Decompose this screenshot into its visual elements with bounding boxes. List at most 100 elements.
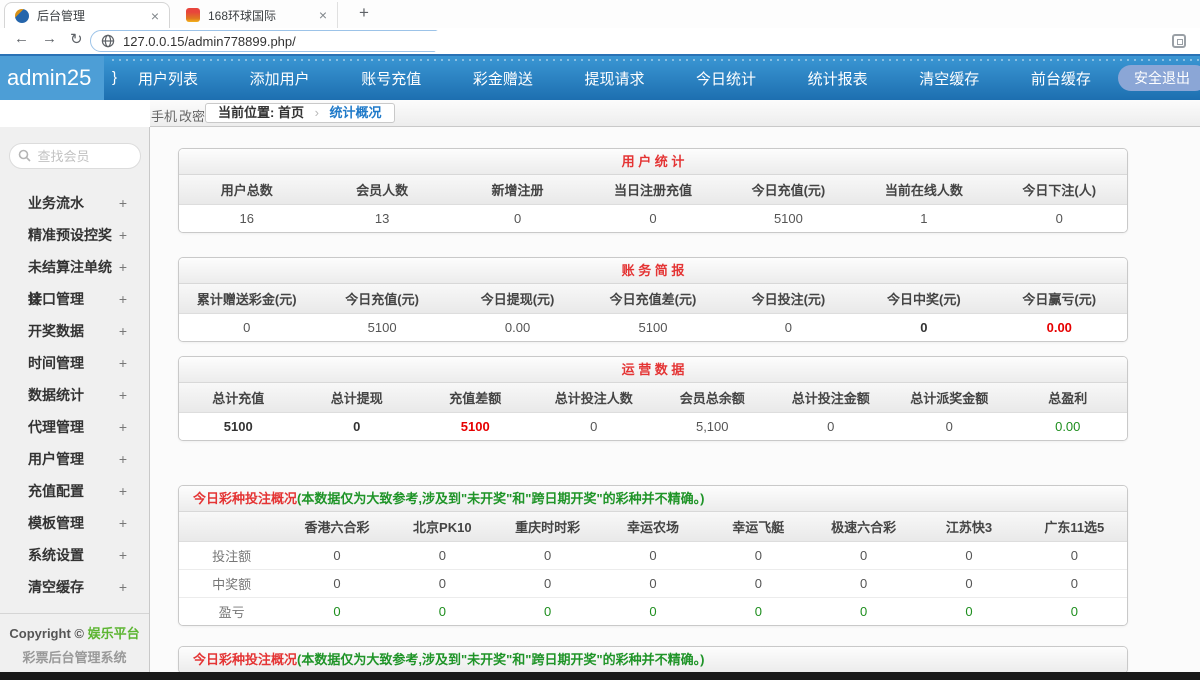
column-header: 总计提现	[298, 383, 417, 412]
column-header: 用户总数	[179, 175, 314, 204]
panel-title: 账 务 简 报	[179, 258, 1127, 284]
column-header: 会员人数	[314, 175, 449, 204]
sidebar-item[interactable]: 未结算注单统计 +	[0, 251, 149, 283]
nav-item[interactable]: 统计报表	[808, 68, 868, 89]
lottery-value: 0	[600, 569, 705, 597]
stat-value: 0	[450, 204, 585, 232]
lottery-value: 0	[916, 569, 1021, 597]
new-tab-button[interactable]: +	[352, 3, 376, 23]
lottery-value: 0	[390, 597, 495, 625]
sidebar-item[interactable]: 用户管理 +	[0, 443, 149, 475]
user-stats-table: 用户总数会员人数新增注册当日注册充值今日充值(元)当前在线人数今日下注(人) 1…	[179, 175, 1127, 232]
column-header: 总计充值	[179, 383, 298, 412]
globe-icon	[101, 34, 115, 48]
nav-item[interactable]: 添加用户	[250, 68, 310, 89]
site-favicon-icon	[186, 8, 200, 22]
tab-close-icon[interactable]: ×	[147, 8, 163, 24]
stat-value: 5100	[721, 204, 856, 232]
nav-brace-text: }	[112, 56, 117, 100]
sidebar-item[interactable]: 业务流水 +	[0, 187, 149, 219]
nav-item[interactable]: 彩金赠送	[473, 68, 533, 89]
stat-value: 0	[856, 313, 991, 341]
tab-close-icon[interactable]: ×	[315, 7, 331, 23]
sidebar-item[interactable]: 接口管理 +	[0, 283, 149, 315]
expand-plus-icon: +	[119, 251, 127, 283]
lottery-value: 0	[390, 569, 495, 597]
tab-168[interactable]: 168环球国际 ×	[176, 2, 338, 28]
operations-panel: 运 营 数 据 总计充值总计提现充值差额总计投注人数会员总余额总计投注金额总计派…	[178, 356, 1128, 441]
nav-item[interactable]: 前台缓存	[1031, 68, 1091, 89]
column-header: 今日投注(元)	[721, 284, 856, 313]
sidebar-item[interactable]: 系统设置 +	[0, 539, 149, 571]
expand-plus-icon: +	[119, 379, 127, 411]
tab-admin[interactable]: 后台管理 ×	[4, 2, 170, 28]
sidebar-menu: 业务流水 + 精准预设控奖 + 未结算注单统计 + 接口管理 + 开奖数据 + …	[0, 187, 149, 603]
sidebar-item-label: 数据统计	[28, 379, 84, 411]
lottery-table: 香港六合彩北京PK10重庆时时彩幸运农场幸运飞艇极速六合彩江苏快3广东11选5 …	[179, 512, 1127, 625]
user-stats-panel: 用 户 统 计 用户总数会员人数新增注册当日注册充值今日充值(元)当前在线人数今…	[178, 148, 1128, 233]
lottery-value: 0	[811, 541, 916, 569]
tab-title: 168环球国际	[208, 7, 315, 24]
reload-button[interactable]: ↻	[70, 30, 83, 48]
panel-title-note: (本数据仅为大致参考,涉及到"未开奖"和"跨日期开奖"的彩种并不精确。)	[297, 491, 704, 506]
password-link-fragment[interactable]: 改密	[179, 106, 205, 125]
column-header: 总盈利	[1009, 383, 1128, 412]
stat-value: 5100	[179, 412, 298, 440]
sidebar-item-label: 代理管理	[28, 411, 84, 443]
nav-item[interactable]: 提现请求	[584, 68, 644, 89]
expand-plus-icon: +	[119, 347, 127, 379]
row-label: 中奖额	[179, 569, 284, 597]
lottery-column-header: 北京PK10	[390, 512, 495, 541]
sidebar-item[interactable]: 时间管理 +	[0, 347, 149, 379]
search-icon	[18, 149, 31, 162]
lottery-value: 0	[916, 597, 1021, 625]
lottery-value: 0	[706, 569, 811, 597]
nav-item[interactable]: 清空缓存	[919, 68, 979, 89]
lottery-value: 0	[495, 541, 600, 569]
finance-panel: 账 务 简 报 累计赠送彩金(元)今日充值(元)今日提现(元)今日充值差(元)今…	[178, 257, 1128, 342]
admin-username: admin25	[0, 56, 104, 100]
expand-plus-icon: +	[119, 219, 127, 251]
tab-title: 后台管理	[37, 7, 147, 24]
lottery-column-header: 幸运农场	[600, 512, 705, 541]
breadcrumb-current[interactable]: 统计概况	[330, 105, 382, 120]
expand-plus-icon: +	[119, 507, 127, 539]
nav-menu: 用户列表 添加用户 账号充值 彩金赠送 提现请求 今日统计 统计报表 清空缓存 前台缓存	[124, 56, 1105, 100]
expand-plus-icon: +	[119, 187, 127, 219]
panel-title: 今日彩种投注概况(本数据仅为大致参考,涉及到"未开奖"和"跨日期开奖"的彩种并不…	[179, 486, 1127, 512]
sidebar-item[interactable]: 充值配置 +	[0, 475, 149, 507]
stat-value: 1	[856, 204, 991, 232]
stat-value: 0	[298, 412, 417, 440]
lottery-column-header: 江苏快3	[916, 512, 1021, 541]
column-header: 今日赢亏(元)	[992, 284, 1127, 313]
sidebar-item[interactable]: 数据统计 +	[0, 379, 149, 411]
stat-value: 0.00	[1009, 412, 1128, 440]
sidebar-item[interactable]: 精准预设控奖 +	[0, 219, 149, 251]
url-text: 127.0.0.15/admin778899.php/	[123, 34, 296, 49]
nav-item[interactable]: 账号充值	[361, 68, 421, 89]
sidebar-item[interactable]: 代理管理 +	[0, 411, 149, 443]
sidebar-item[interactable]: 模板管理 +	[0, 507, 149, 539]
breadcrumb: 当前位置: 首页 › 统计概况	[205, 103, 395, 123]
sidebar-item[interactable]: 清空缓存 +	[0, 571, 149, 603]
nav-item[interactable]: 今日统计	[696, 68, 756, 89]
panel-title: 今日彩种投注概况(本数据仅为大致参考,涉及到"未开奖"和"跨日期开奖"的彩种并不…	[179, 647, 1127, 672]
extension-icon[interactable]	[1172, 34, 1186, 48]
lottery-value: 0	[706, 597, 811, 625]
logout-button[interactable]: 安全退出	[1118, 65, 1200, 91]
lottery-overview-panel: 今日彩种投注概况(本数据仅为大致参考,涉及到"未开奖"和"跨日期开奖"的彩种并不…	[178, 485, 1128, 626]
sidebar-item[interactable]: 开奖数据 +	[0, 315, 149, 347]
column-header: 累计赠送彩金(元)	[179, 284, 314, 313]
lottery-overview-panel-2: 今日彩种投注概况(本数据仅为大致参考,涉及到"未开奖"和"跨日期开奖"的彩种并不…	[178, 646, 1128, 672]
mobile-link-fragment[interactable]: 手机	[151, 106, 177, 125]
expand-plus-icon: +	[119, 539, 127, 571]
sidebar-item-label: 时间管理	[28, 347, 84, 379]
back-button[interactable]: ←	[14, 30, 29, 47]
sidebar: 业务流水 + 精准预设控奖 + 未结算注单统计 + 接口管理 + 开奖数据 + …	[0, 127, 150, 672]
lottery-column-header: 广东11选5	[1022, 512, 1127, 541]
nav-item[interactable]: 用户列表	[138, 68, 198, 89]
sidebar-item-label: 模板管理	[28, 507, 84, 539]
forward-button[interactable]: →	[42, 30, 57, 47]
stat-value: 0	[992, 204, 1127, 232]
column-header: 今日充值(元)	[721, 175, 856, 204]
